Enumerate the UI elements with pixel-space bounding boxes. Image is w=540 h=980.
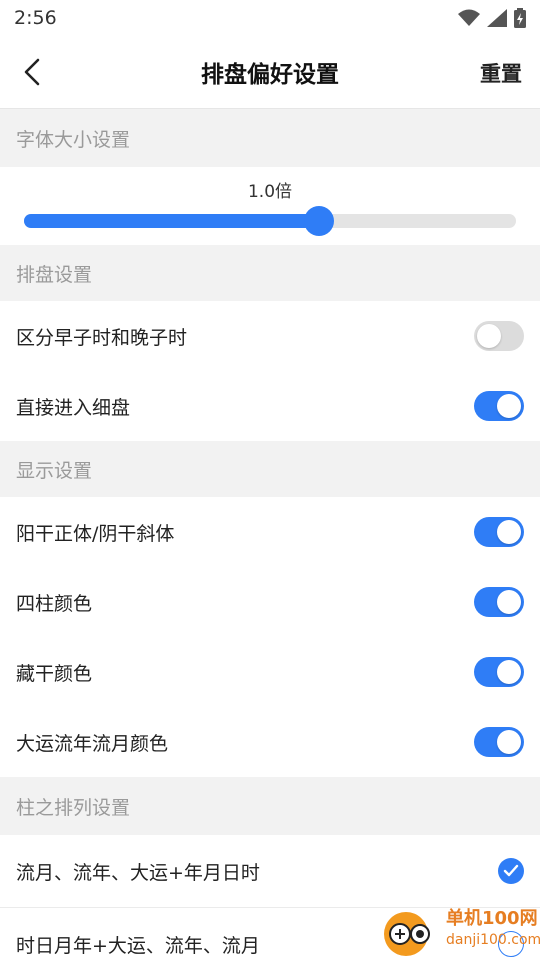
status-icons — [458, 8, 526, 28]
watermark: 单机100网 danji100.com — [380, 900, 540, 960]
watermark-url: danji100.com — [446, 932, 540, 948]
toggle-distinguish-zi[interactable] — [474, 321, 524, 351]
setting-row-distinguish-zi[interactable]: 区分早子时和晚子时 — [0, 301, 540, 371]
setting-row-pillar-color[interactable]: 四柱颜色 — [0, 567, 540, 637]
page-title: 排盘偏好设置 — [201, 62, 339, 88]
watermark-text: 单机100网 — [446, 908, 538, 929]
toggle-knob — [497, 520, 521, 544]
toggle-knob — [497, 394, 521, 418]
check-icon — [503, 864, 519, 877]
setting-label: 阳干正体/阴干斜体 — [16, 522, 175, 545]
setting-label: 四柱颜色 — [16, 592, 93, 615]
slider-thumb[interactable] — [304, 206, 335, 236]
chevron-left-icon — [24, 58, 40, 86]
toggle-luck-color[interactable] — [474, 727, 524, 757]
setting-row-luck-color[interactable]: 大运流年流月颜色 — [0, 707, 540, 777]
watermark-logo-icon — [384, 912, 430, 956]
option-label: 流月、流年、大运+年月日时 — [16, 861, 260, 884]
toggle-hidden-stem-color[interactable] — [474, 657, 524, 687]
toggle-stem-style[interactable] — [474, 517, 524, 547]
status-time: 2:56 — [14, 7, 57, 29]
toggle-knob — [497, 660, 521, 684]
section-header-display: 显示设置 — [0, 441, 540, 497]
battery-icon — [514, 8, 526, 28]
section-header-font-size: 字体大小设置 — [0, 109, 540, 167]
toggle-enter-detail[interactable] — [474, 391, 524, 421]
section-header-pillar-order: 柱之排列设置 — [0, 777, 540, 835]
font-size-panel: 1.0倍 — [0, 167, 540, 245]
setting-row-enter-detail[interactable]: 直接进入细盘 — [0, 371, 540, 441]
toggle-pillar-color[interactable] — [474, 587, 524, 617]
status-bar: 2:56 — [0, 0, 540, 36]
navigation-bar: 排盘偏好设置 重置 — [0, 36, 540, 109]
setting-label: 大运流年流月颜色 — [16, 732, 169, 755]
slider-fill — [24, 214, 320, 228]
section-header-chart: 排盘设置 — [0, 245, 540, 301]
setting-label: 区分早子时和晚子时 — [16, 326, 188, 349]
pillar-order-option-1[interactable]: 流月、流年、大运+年月日时 — [0, 835, 540, 907]
font-size-value: 1.0倍 — [247, 182, 293, 202]
reset-button[interactable]: 重置 — [480, 58, 522, 88]
radio-checked[interactable] — [498, 858, 524, 884]
setting-label: 直接进入细盘 — [16, 396, 131, 419]
toggle-knob — [497, 730, 521, 754]
signal-icon — [487, 9, 507, 27]
back-button[interactable] — [18, 56, 48, 88]
toggle-knob — [497, 590, 521, 614]
wifi-icon — [458, 9, 480, 26]
toggle-knob — [477, 324, 501, 348]
font-size-slider[interactable] — [24, 206, 516, 236]
setting-row-stem-style[interactable]: 阳干正体/阴干斜体 — [0, 497, 540, 567]
setting-label: 藏干颜色 — [16, 662, 93, 685]
setting-row-hidden-stem-color[interactable]: 藏干颜色 — [0, 637, 540, 707]
